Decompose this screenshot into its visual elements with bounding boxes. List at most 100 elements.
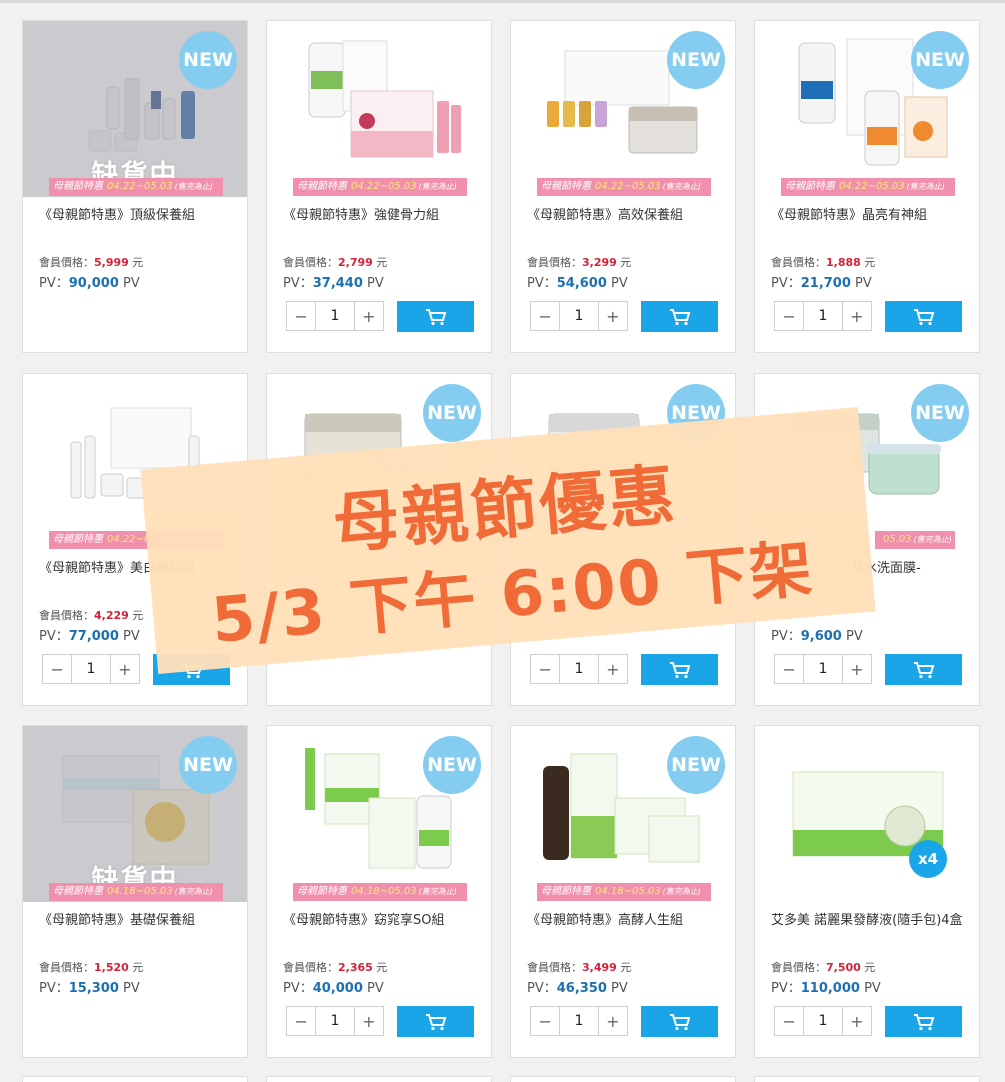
quantity-field[interactable]: 1 <box>315 1007 355 1035</box>
promo-dates: 04.18~05.03 <box>107 886 173 897</box>
quantity-stepper[interactable]: −1 + <box>774 1006 872 1036</box>
cart-icon <box>425 308 446 325</box>
member-price: 會員價格：1,888 元 <box>771 254 875 270</box>
add-to-cart-button[interactable] <box>397 301 474 332</box>
pv-points: PV：21,700 PV <box>771 272 872 291</box>
quantity-field[interactable]: 1 <box>803 655 843 683</box>
pv-label: PV： <box>283 276 313 291</box>
promo-dates: 04.22~05.03 <box>839 181 905 192</box>
increment-button[interactable]: + <box>355 1007 383 1035</box>
pv-unit: PV <box>855 276 872 291</box>
decrement-button[interactable]: − <box>43 655 71 683</box>
product-image[interactable]: NEW 母親節特惠 04.22~05.03 (售完為止) <box>511 21 735 197</box>
pv-points: PV：77,000 PV <box>39 625 140 644</box>
product-card[interactable]: NEW 母親節特惠 04.22~05.03 (售完為止) 《母親節特惠》晶亮有神組 … <box>754 20 980 353</box>
product-name[interactable]: 《母親節特惠》窈窕享SO組 <box>283 911 483 931</box>
product-name[interactable]: 艾多美 諾麗果發酵液(隨手包)4盒 <box>771 911 971 931</box>
product-image[interactable]: 缺貨中 NEW 母親節特惠 04.22~05.03 (售完為止) <box>23 21 247 197</box>
product-card[interactable]: 母親節特惠 04.22~05.03 (售完為止) 《母親節特惠》強健骨力組 會員價格… <box>266 20 492 353</box>
new-badge: NEW <box>911 384 969 442</box>
quantity-field[interactable]: 1 <box>803 302 843 330</box>
product-name[interactable]: 《母親節特惠》頂級保養組 <box>39 206 239 226</box>
quantity-field[interactable]: 1 <box>559 655 599 683</box>
price-value: 2,365 <box>338 961 373 974</box>
product-name[interactable]: 《母親節特惠》高酵人生組 <box>527 911 727 931</box>
product-image[interactable]: NEW 母親節特惠 04.18~05.03 (售完為止) <box>267 726 491 902</box>
quantity-stepper[interactable]: −1 + <box>286 1006 384 1036</box>
product-card[interactable]: 缺貨中 NEW 母親節特惠 04.22~05.03 (售完為止) 《母親節特惠》頂級… <box>22 20 248 353</box>
quantity-badge: x4 <box>909 840 947 878</box>
product-image[interactable]: 缺貨中 NEW 母親節特惠 04.18~05.03 (售完為止) <box>23 726 247 902</box>
decrement-button[interactable]: − <box>775 302 803 330</box>
product-card[interactable]: NEW 母親節特惠 04.18~05.03 (售完為止) 《母親節特惠》高酵人生組 … <box>510 725 736 1058</box>
increment-button[interactable]: + <box>843 302 871 330</box>
product-image[interactable]: x4 <box>755 726 979 902</box>
increment-button[interactable]: + <box>111 655 139 683</box>
quantity-field[interactable]: 1 <box>71 655 111 683</box>
decrement-button[interactable]: − <box>287 1007 315 1035</box>
quantity-stepper[interactable]: −1 + <box>42 654 140 684</box>
increment-button[interactable]: + <box>599 655 627 683</box>
quantity-field[interactable]: 1 <box>315 302 355 330</box>
product-name[interactable]: 萃水洗面膜- <box>851 559 1005 579</box>
noni-drink-box-image <box>792 771 944 857</box>
decrement-button[interactable]: − <box>775 655 803 683</box>
promo-tag: 母親節特惠 04.22~05.03(售完為止) <box>293 178 467 196</box>
decrement-button[interactable]: − <box>531 302 559 330</box>
quantity-stepper[interactable]: −1 + <box>774 301 872 331</box>
pv-value: 9,600 <box>800 629 842 644</box>
product-card[interactable]: NEW 母親節特惠 04.22~05.03 (售完為止) 《母親節特惠》高效保養組 … <box>510 20 736 353</box>
pv-value: 15,300 <box>68 981 119 996</box>
add-to-cart-button[interactable] <box>397 1006 474 1037</box>
promo-dates: 05.03 <box>883 534 912 545</box>
product-image[interactable]: 母親節特惠 04.22~05.03(售完為止) <box>267 21 491 197</box>
quantity-field[interactable]: 1 <box>559 1007 599 1035</box>
quantity-stepper[interactable]: −1 + <box>530 1006 628 1036</box>
quantity-stepper[interactable]: −1 + <box>286 301 384 331</box>
add-to-cart-button[interactable] <box>885 1006 962 1037</box>
pv-points: PV：54,600 PV <box>527 272 628 291</box>
pv-points: PV：37,440 PV <box>283 272 384 291</box>
pv-unit: PV <box>367 276 384 291</box>
add-to-cart-button[interactable] <box>885 654 962 685</box>
increment-button[interactable]: + <box>599 1007 627 1035</box>
decrement-button[interactable]: − <box>531 1007 559 1035</box>
product-card[interactable]: x4 艾多美 諾麗果發酵液(隨手包)4盒 會員價格：7,500 元 PV：110… <box>754 725 980 1058</box>
quantity-stepper[interactable]: −1 + <box>774 654 872 684</box>
decrement-button[interactable]: − <box>775 1007 803 1035</box>
member-price-label: 會員價格： <box>39 256 94 269</box>
increment-button[interactable]: + <box>355 302 383 330</box>
cart-icon <box>669 1013 690 1030</box>
currency-label: 元 <box>376 961 388 974</box>
product-name[interactable]: 《母親節特惠》基礎保養組 <box>39 911 239 931</box>
price-value: 5,999 <box>94 256 129 269</box>
product-card[interactable]: 缺貨中 NEW 母親節特惠 04.18~05.03 (售完為止) 《母親節特惠》基礎… <box>22 725 248 1058</box>
increment-button[interactable]: + <box>843 655 871 683</box>
promo-dates: 04.18~05.03 <box>351 886 417 897</box>
increment-button[interactable]: + <box>843 1007 871 1035</box>
add-to-cart-button[interactable] <box>641 654 718 685</box>
product-card[interactable]: NEW 母親節特惠 04.18~05.03 (售完為止) 《母親節特惠》窈窕享SO組… <box>266 725 492 1058</box>
add-to-cart-button[interactable] <box>641 1006 718 1037</box>
quantity-stepper[interactable]: −1 + <box>530 301 628 331</box>
product-name[interactable]: 《母親節特惠》高效保養組 <box>527 206 727 226</box>
quantity-field[interactable]: 1 <box>803 1007 843 1035</box>
decrement-button[interactable]: − <box>287 302 315 330</box>
quantity-stepper[interactable]: −1 + <box>530 654 628 684</box>
pv-points: PV：9,600 PV <box>771 625 863 644</box>
product-name[interactable]: 《母親節特惠》晶亮有神組 <box>771 206 971 226</box>
promo-title: 母親節特惠 <box>53 886 103 897</box>
add-to-cart-button[interactable] <box>641 301 718 332</box>
add-to-cart-button[interactable] <box>885 301 962 332</box>
quantity-field[interactable]: 1 <box>559 302 599 330</box>
product-image[interactable]: NEW 母親節特惠 04.18~05.03 (售完為止) <box>511 726 735 902</box>
increment-button[interactable]: + <box>599 302 627 330</box>
promo-note: (售完為止) <box>174 182 213 191</box>
pv-value: 54,600 <box>556 276 607 291</box>
product-name[interactable]: 《母親節特惠》強健骨力組 <box>283 206 483 226</box>
decrement-button[interactable]: − <box>531 655 559 683</box>
promo-title: 母親節特惠 <box>785 181 835 192</box>
member-price: 會員價格：5,999 元 <box>39 254 143 270</box>
product-image[interactable]: NEW 母親節特惠 04.22~05.03 (售完為止) <box>755 21 979 197</box>
next-row-card-edge <box>754 1076 980 1082</box>
